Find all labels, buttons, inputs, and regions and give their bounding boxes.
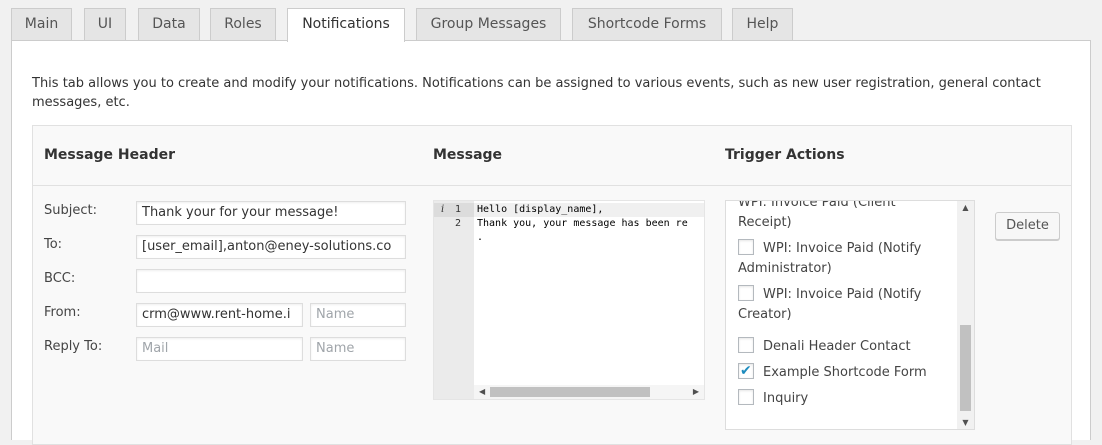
column-header-message: Message [433, 147, 503, 163]
editor-horizontal-scrollbar[interactable]: ◀ ▶ [474, 385, 704, 399]
trigger-list-scrollbar[interactable]: ▲ ▼ [957, 201, 974, 429]
tab-main[interactable]: Main [11, 8, 72, 41]
editor-gutter: i 1 2 [434, 201, 474, 399]
editor-line-number: 2 [454, 218, 461, 229]
trigger-option-label: Denali Header Contact [763, 339, 911, 354]
trigger-option[interactable]: WPI: Invoice Paid (Notify Administrator) [738, 239, 953, 279]
intro-text: This tab allows you to create and modify… [32, 76, 1041, 110]
trigger-actions-list[interactable]: WPI: Invoice Paid (Client Receipt) WPI: I… [725, 200, 975, 430]
tab-data[interactable]: Data [138, 8, 200, 41]
checkbox[interactable] [738, 285, 754, 301]
tab-shortcode-forms[interactable]: Shortcode Forms [572, 8, 722, 41]
reply-to-name-input[interactable]: Name [310, 337, 406, 361]
notifications-panel: This tab allows you to create and modify… [11, 40, 1091, 445]
bcc-input[interactable] [136, 269, 406, 293]
trigger-option[interactable]: Inquiry [738, 389, 953, 409]
checkbox[interactable] [738, 239, 754, 255]
tab-ui[interactable]: UI [84, 8, 126, 41]
trigger-list-scroll-thumb[interactable] [960, 325, 971, 411]
reply-to-mail-input[interactable]: Mail [136, 337, 303, 361]
editor-code-line[interactable]: Thank you, your message has been re [474, 217, 704, 231]
checkbox[interactable] [738, 337, 754, 353]
reply-to-label: Reply To: [44, 339, 103, 354]
from-label: From: [44, 305, 81, 320]
checkbox[interactable] [738, 389, 754, 405]
editor-code-line[interactable]: . [474, 231, 704, 245]
column-header-trigger-actions: Trigger Actions [725, 147, 845, 163]
arrow-left-icon[interactable]: ◀ [479, 385, 485, 399]
tab-notifications[interactable]: Notifications [287, 8, 405, 42]
column-header-message-header: Message Header [44, 147, 176, 163]
trigger-option-label: Inquiry [763, 391, 809, 406]
trigger-option[interactable]: WPI: Invoice Paid (Client Receipt) [738, 200, 953, 233]
checkbox-checked[interactable] [738, 361, 754, 381]
editor-line-number [434, 231, 474, 245]
from-name-input[interactable]: Name [310, 303, 406, 327]
tab-roles[interactable]: Roles [210, 8, 276, 41]
info-icon: i [441, 204, 445, 215]
subject-label: Subject: [44, 203, 97, 218]
editor-line-number: i 1 [434, 203, 474, 217]
trigger-option[interactable]: WPI: Invoice Paid (Notify Creator) [738, 285, 953, 325]
notification-table: Message Header Message Trigger Actions S… [32, 125, 1072, 445]
arrow-right-icon[interactable]: ▶ [693, 385, 699, 399]
editor-code-line[interactable]: Hello [display_name], [474, 203, 704, 217]
arrow-up-icon[interactable]: ▲ [957, 203, 974, 212]
subject-input[interactable]: Thank your for your message! [136, 201, 406, 225]
to-input[interactable]: [user_email],anton@eney-solutions.co [136, 235, 406, 259]
bcc-label: BCC: [44, 271, 76, 286]
trigger-option[interactable]: Denali Header Contact [738, 337, 953, 357]
message-editor[interactable]: i 1 2 Hello [display_name], Thank you, y… [433, 200, 705, 400]
trigger-option[interactable]: Example Shortcode Form [738, 361, 953, 383]
to-label: To: [44, 237, 63, 252]
trigger-option-label: WPI: Invoice Paid (Client Receipt) [738, 200, 896, 230]
table-header: Message Header Message Trigger Actions [33, 126, 1071, 186]
tab-help[interactable]: Help [732, 8, 793, 41]
trigger-option-label: WPI: Invoice Paid (Notify Creator) [738, 287, 922, 322]
from-email-input[interactable]: crm@www.rent-home.i [136, 303, 303, 327]
trigger-option-label: WPI: Invoice Paid (Notify Administrator) [738, 241, 922, 276]
tab-group-messages[interactable]: Group Messages [416, 8, 561, 41]
delete-button[interactable]: Delete [995, 212, 1060, 240]
trigger-option-label: Example Shortcode Form [763, 365, 927, 380]
editor-scroll-thumb[interactable] [490, 387, 650, 397]
